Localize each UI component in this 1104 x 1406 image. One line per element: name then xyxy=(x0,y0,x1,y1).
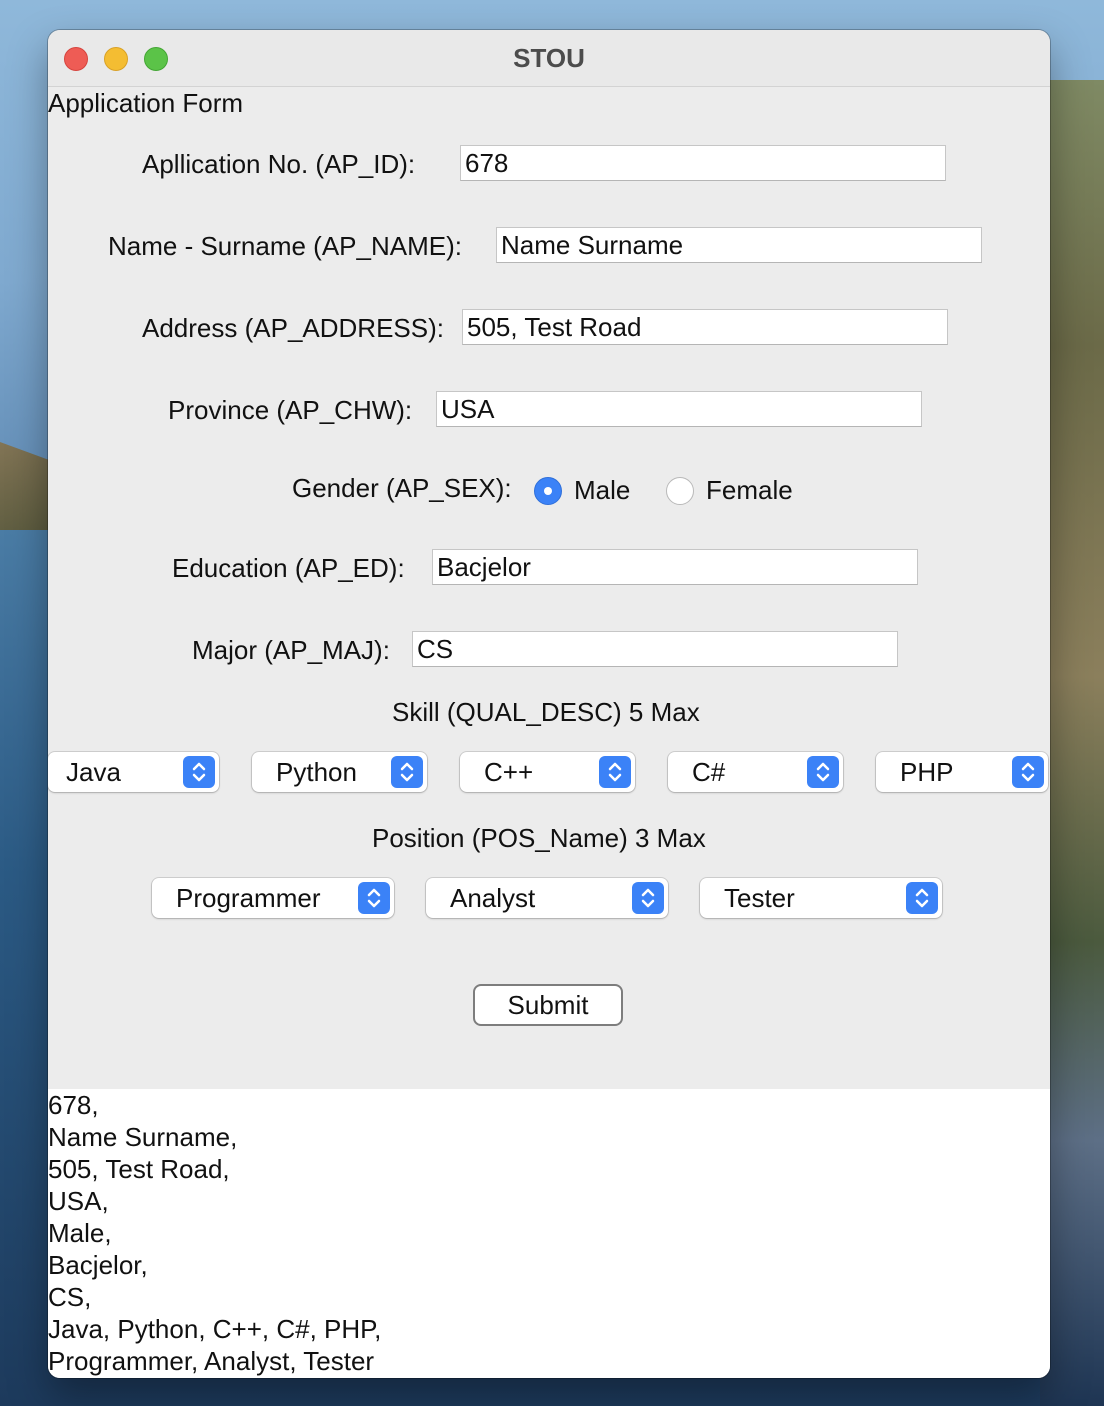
education-label: Education (AP_ED): xyxy=(172,553,405,583)
title-bar[interactable]: STOU xyxy=(48,30,1050,87)
output-line: Male, xyxy=(48,1218,112,1248)
gender-label: Gender (AP_SEX): xyxy=(292,473,512,503)
window-title: STOU xyxy=(513,43,585,73)
output-line: Bacjelor, xyxy=(48,1250,148,1280)
positions-label: Position (POS_Name) 3 Max xyxy=(372,823,706,853)
output-line: CS, xyxy=(48,1282,92,1312)
skill-select-2-value: Python xyxy=(276,757,357,787)
position-select-3[interactable]: Tester xyxy=(700,878,942,918)
app-no-label: Apllication No. (AP_ID): xyxy=(142,149,416,179)
output-text-area[interactable]: 678, Name Surname, 505, Test Road, USA, … xyxy=(48,1089,1050,1378)
skill-select-5[interactable]: PHP xyxy=(876,752,1048,792)
major-field[interactable] xyxy=(412,631,898,667)
position-select-3-value: Tester xyxy=(724,883,795,913)
chevron-up-down-icon xyxy=(183,756,215,788)
gender-female-radio[interactable] xyxy=(666,477,694,505)
chevron-up-down-icon xyxy=(358,882,390,914)
chevron-up-down-icon xyxy=(807,756,839,788)
skill-select-2[interactable]: Python xyxy=(252,752,427,792)
skill-select-1[interactable]: Java xyxy=(48,752,219,792)
skill-select-5-value: PHP xyxy=(900,757,954,787)
output-line: 505, Test Road, xyxy=(48,1154,230,1184)
app-no-field[interactable] xyxy=(460,145,946,181)
form-heading: Application Form xyxy=(48,88,244,118)
gender-female-label[interactable]: Female xyxy=(706,474,793,506)
form-panel: Application Form Apllication No. (AP_ID)… xyxy=(48,87,1050,1378)
position-select-1-value: Programmer xyxy=(176,883,321,913)
output-line: Java, Python, C++, C#, PHP, xyxy=(48,1314,382,1344)
output-line: USA, xyxy=(48,1186,109,1216)
skill-select-1-value: Java xyxy=(66,757,121,787)
output-line: 678, xyxy=(48,1090,99,1120)
education-field[interactable] xyxy=(432,549,918,585)
province-field[interactable] xyxy=(436,391,922,427)
chevron-up-down-icon xyxy=(632,882,664,914)
name-label: Name - Surname (AP_NAME): xyxy=(108,231,462,261)
address-field[interactable] xyxy=(462,309,948,345)
skill-select-4[interactable]: C# xyxy=(668,752,843,792)
chevron-up-down-icon xyxy=(599,756,631,788)
skills-label: Skill (QUAL_DESC) 5 Max xyxy=(392,697,700,727)
position-select-2[interactable]: Analyst xyxy=(426,878,668,918)
chevron-up-down-icon xyxy=(906,882,938,914)
gender-male-label[interactable]: Male xyxy=(574,474,630,506)
skill-select-3[interactable]: C++ xyxy=(460,752,635,792)
province-label: Province (AP_CHW): xyxy=(168,395,413,425)
address-label: Address (AP_ADDRESS): xyxy=(142,313,444,343)
app-window: STOU Application Form Apllication No. (A… xyxy=(48,30,1050,1378)
output-line: Name Surname, xyxy=(48,1122,238,1152)
skill-select-3-value: C++ xyxy=(484,757,534,787)
gender-male-radio[interactable] xyxy=(534,477,562,505)
submit-button[interactable]: Submit xyxy=(473,984,623,1026)
name-field[interactable] xyxy=(496,227,982,263)
skill-select-4-value: C# xyxy=(692,757,726,787)
chevron-up-down-icon xyxy=(391,756,423,788)
position-select-2-value: Analyst xyxy=(450,883,536,913)
chevron-up-down-icon xyxy=(1012,756,1044,788)
output-line: Programmer, Analyst, Tester xyxy=(48,1346,375,1376)
major-label: Major (AP_MAJ): xyxy=(192,635,390,665)
position-select-1[interactable]: Programmer xyxy=(152,878,394,918)
